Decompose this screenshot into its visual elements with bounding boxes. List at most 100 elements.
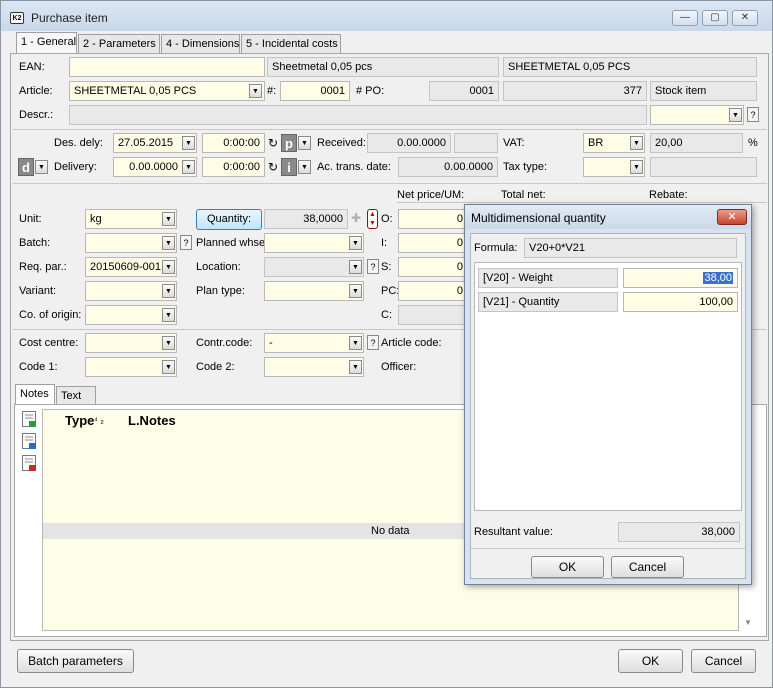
- weight-input[interactable]: 38,00: [623, 268, 738, 288]
- price-s-field[interactable]: 0: [398, 257, 468, 277]
- location-dropdown-icon[interactable]: ▼: [349, 260, 362, 274]
- tax-type-dropdown-icon[interactable]: ▼: [630, 160, 643, 174]
- cost-centre-dropdown-icon[interactable]: ▼: [162, 336, 175, 350]
- ean-field[interactable]: [69, 57, 265, 77]
- batch-help-icon[interactable]: ?: [180, 235, 192, 250]
- req-par-label: Req. par.:: [19, 261, 67, 273]
- contr-code-dropdown-icon[interactable]: ▼: [349, 336, 362, 350]
- d-button[interactable]: d: [18, 158, 34, 176]
- p-dropdown-icon[interactable]: ▼: [298, 136, 311, 150]
- rebate-header: Rebate:: [649, 189, 688, 201]
- dialog-title: Multidimensional quantity: [471, 211, 606, 225]
- code1-dropdown-icon[interactable]: ▼: [162, 360, 175, 374]
- descr-dropdown-icon[interactable]: ▼: [729, 108, 742, 122]
- i-button[interactable]: i: [281, 158, 297, 176]
- close-button[interactable]: ✕: [732, 10, 758, 26]
- dialog-title-bar: Multidimensional quantity ✕: [465, 205, 751, 229]
- variant-dropdown-icon[interactable]: ▼: [162, 284, 175, 298]
- separator: [471, 548, 745, 549]
- app-icon: K2: [10, 12, 24, 24]
- code2-dropdown-icon[interactable]: ▼: [349, 360, 362, 374]
- result-field: 38,000: [618, 522, 740, 542]
- delivery-time-field[interactable]: 0:00:00: [202, 157, 265, 177]
- unit-dropdown-icon[interactable]: ▼: [162, 212, 175, 226]
- article-name-upper-field: SHEETMETAL 0,05 PCS: [503, 57, 757, 77]
- formula-label: Formula:: [474, 242, 518, 254]
- descr-field: [69, 105, 647, 125]
- vat-dropdown-icon[interactable]: ▼: [630, 136, 643, 150]
- descr-label: Descr.:: [19, 109, 54, 121]
- tax-type-label: Tax type:: [503, 161, 548, 173]
- tab-general[interactable]: 1 - General: [16, 32, 77, 54]
- price-o-label: O:: [381, 213, 393, 225]
- delete-note-icon[interactable]: [22, 455, 36, 471]
- variable-label-quantity: [V21] - Quantity: [478, 292, 618, 312]
- des-dely-time-field[interactable]: 0:00:00: [202, 133, 265, 153]
- scroll-down-icon[interactable]: ▼: [744, 618, 752, 627]
- co-origin-dropdown-icon[interactable]: ▼: [162, 308, 175, 322]
- tab-text[interactable]: Text: [56, 386, 96, 404]
- i-dropdown-icon[interactable]: ▼: [298, 160, 311, 174]
- hash-field[interactable]: 0001: [280, 81, 350, 101]
- price-s-label: S:: [381, 261, 392, 273]
- tab-dimensions[interactable]: 4 - Dimensions: [161, 34, 240, 53]
- des-dely-refresh-icon[interactable]: ↻: [268, 136, 278, 150]
- dialog-cancel-button[interactable]: Cancel: [611, 556, 684, 578]
- contr-code-label: Contr.code:: [196, 337, 253, 349]
- maximize-button[interactable]: ▢: [702, 10, 728, 26]
- plan-type-dropdown-icon[interactable]: ▼: [349, 284, 362, 298]
- price-i-field[interactable]: 0: [398, 233, 468, 253]
- ok-button[interactable]: OK: [618, 649, 683, 673]
- add-note-icon[interactable]: [22, 411, 36, 427]
- article-field[interactable]: SHEETMETAL 0,05 PCS: [69, 81, 265, 101]
- tab-parameters[interactable]: 2 - Parameters: [78, 34, 160, 53]
- location-help-icon[interactable]: ?: [367, 259, 379, 274]
- col-lnotes-header[interactable]: L.Notes: [128, 413, 176, 428]
- separator: [397, 202, 767, 203]
- price-o-field[interactable]: 0: [398, 209, 468, 229]
- req-par-dropdown-icon[interactable]: ▼: [162, 260, 175, 274]
- po-field: 0001: [429, 81, 499, 101]
- delivery-refresh-icon[interactable]: ↻: [268, 160, 278, 174]
- title-bar: K2 Purchase item — ▢ ✕: [1, 1, 772, 31]
- cancel-button[interactable]: Cancel: [691, 649, 756, 673]
- weight-value[interactable]: 38,00: [703, 272, 733, 284]
- multidim-quantity-icon[interactable]: ▲ ▼: [367, 209, 378, 229]
- variant-label: Variant:: [19, 285, 57, 297]
- planned-whse-dropdown-icon[interactable]: ▼: [349, 236, 362, 250]
- quantity-button[interactable]: Quantity:: [196, 209, 262, 230]
- tab-notes[interactable]: Notes: [15, 384, 55, 405]
- p-button[interactable]: p: [281, 134, 297, 152]
- col-sort-header[interactable]: ⁴ ₂: [94, 415, 104, 425]
- price-c-field: [398, 305, 468, 325]
- minimize-button[interactable]: —: [672, 10, 698, 26]
- quantity-input[interactable]: 100,00: [623, 292, 738, 312]
- price-pc-field[interactable]: 0: [398, 281, 468, 301]
- article-type-field: Stock item: [650, 81, 757, 101]
- tax-type-extra-field: [650, 157, 757, 177]
- dialog-close-button[interactable]: ✕: [717, 209, 747, 225]
- delivery-dropdown-icon[interactable]: ▼: [182, 160, 195, 174]
- multidimensional-quantity-dialog: Multidimensional quantity ✕ Formula: V20…: [464, 204, 752, 585]
- vat-label: VAT:: [503, 137, 525, 149]
- des-dely-label: Des. dely:: [54, 137, 103, 149]
- tab-incidental-costs[interactable]: 5 - Incidental costs: [241, 34, 341, 53]
- received-label: Received:: [317, 137, 366, 149]
- no-data-label: No data: [371, 525, 410, 537]
- batch-parameters-button[interactable]: Batch parameters: [17, 649, 134, 673]
- des-dely-dropdown-icon[interactable]: ▼: [182, 136, 195, 150]
- location-label: Location:: [196, 261, 241, 273]
- plus-icon[interactable]: ✚: [351, 211, 361, 225]
- descr-help-icon[interactable]: ?: [747, 107, 759, 122]
- batch-dropdown-icon[interactable]: ▼: [162, 236, 175, 250]
- received-field: 0.00.0000: [367, 133, 451, 153]
- dialog-ok-button[interactable]: OK: [531, 556, 604, 578]
- col-type-header[interactable]: Type: [65, 413, 94, 428]
- officer-label: Officer:: [381, 361, 417, 373]
- contr-code-help-icon[interactable]: ?: [367, 335, 379, 350]
- d-dropdown-icon[interactable]: ▼: [35, 160, 48, 174]
- code2-label: Code 2:: [196, 361, 235, 373]
- edit-note-icon[interactable]: [22, 433, 36, 449]
- article-dropdown-icon[interactable]: ▼: [249, 84, 262, 98]
- po-label: # PO:: [356, 85, 385, 97]
